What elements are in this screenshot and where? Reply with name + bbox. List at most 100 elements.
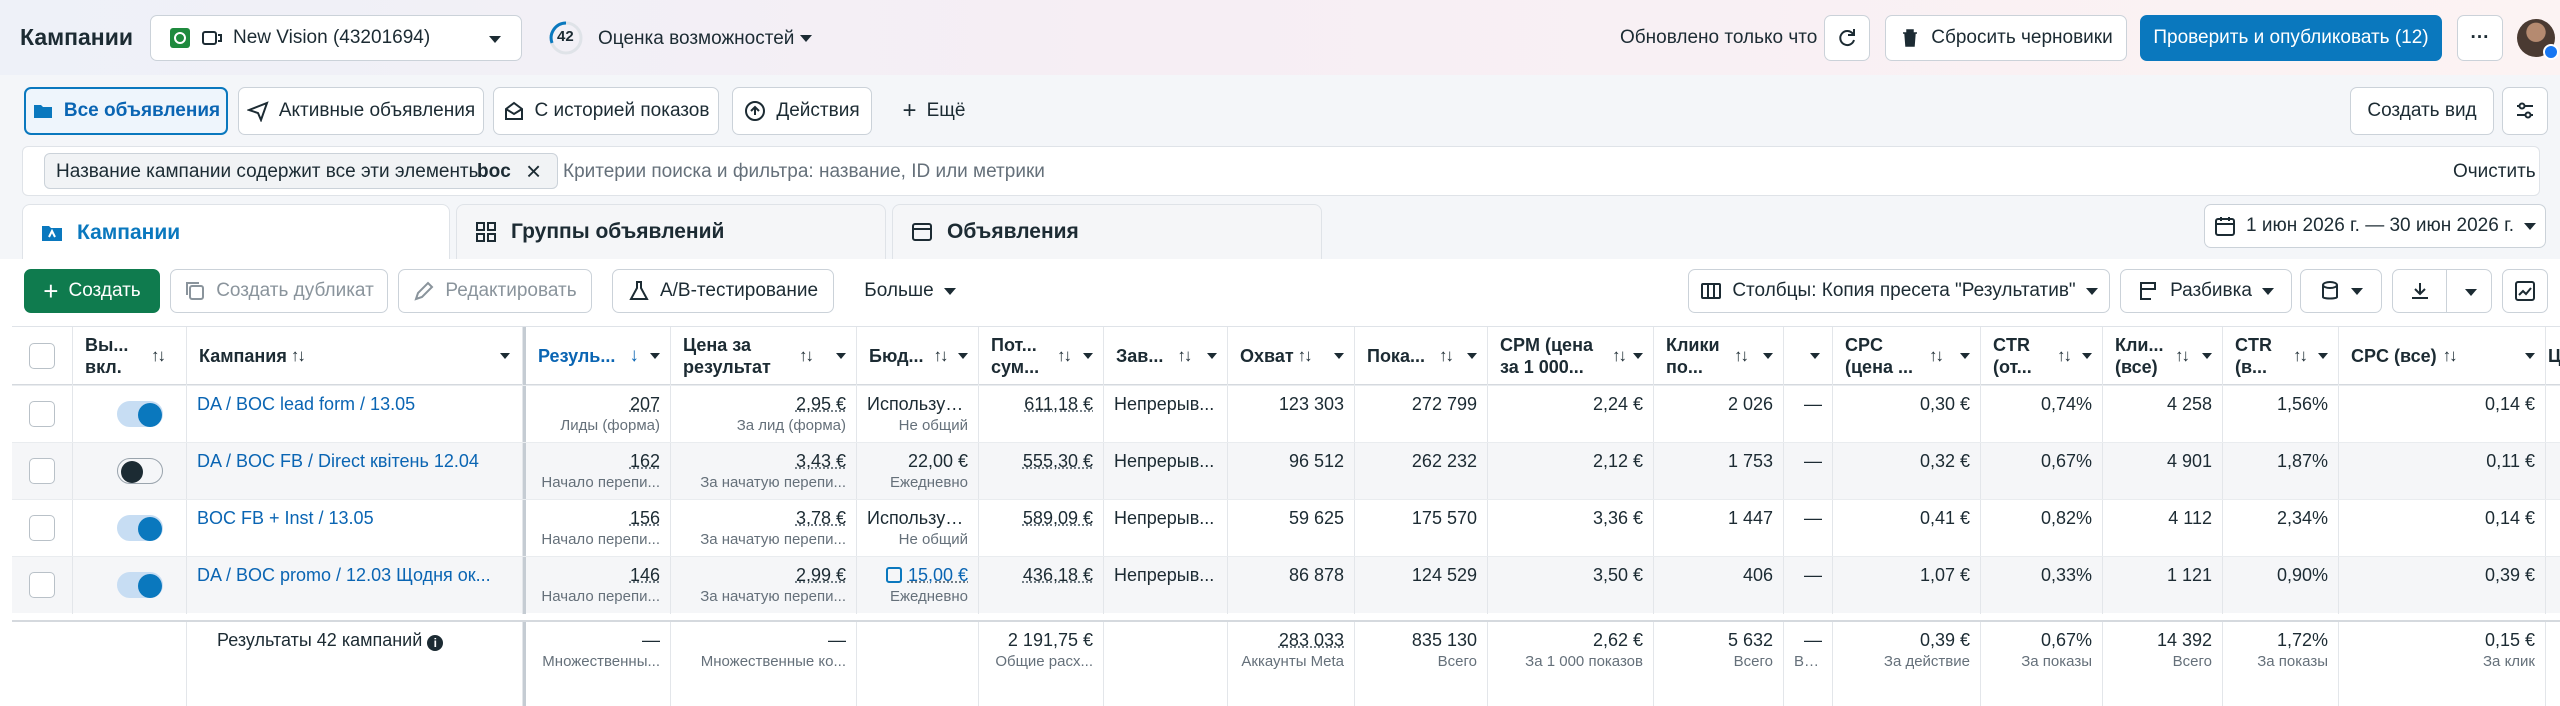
col-clicks-all[interactable]: Кли... (все) ↑↓ — [2103, 327, 2223, 385]
col-cost-per-result[interactable]: Цена за результат ↑↓ — [671, 327, 857, 385]
account-selector[interactable]: New Vision (43201694) — [150, 15, 522, 61]
close-icon[interactable]: × — [526, 156, 541, 187]
chart-toggle-button[interactable] — [2502, 269, 2548, 313]
ctr_all-value: 0,90% — [2276, 565, 2328, 585]
cpc_all-value: 0,14 € — [2484, 394, 2535, 414]
col-campaign[interactable]: Кампания ↑↓ — [187, 327, 523, 385]
refresh-button[interactable] — [1824, 15, 1870, 61]
row-checkbox[interactable] — [29, 401, 55, 427]
totals-cpm: 2,62 € — [1592, 630, 1643, 650]
search-input[interactable]: Критерии поиска и фильтра: название, ID … — [563, 161, 1045, 183]
table-row[interactable]: DA / BOC promo / 12.03 Щодня ок... 146 Нач… — [12, 556, 2560, 614]
chevron-down-icon — [1633, 353, 1643, 359]
totals-cpr-subtext: Множественные ко... — [700, 653, 846, 670]
col-impressions[interactable]: Пока... ↑↓ — [1355, 327, 1488, 385]
opportunity-score[interactable]: 42 Оценка возможностей — [548, 20, 828, 56]
cpm-value: 2,24 € — [1592, 394, 1643, 414]
create-view-label: Создать вид — [2367, 100, 2477, 121]
tab-ads-label: Объявления — [947, 220, 1079, 243]
row-checkbox[interactable] — [29, 515, 55, 541]
col-results[interactable]: Резуль... ↓ — [523, 327, 671, 385]
campaign-toggle[interactable] — [117, 572, 163, 598]
col-toggle[interactable]: Вы... вкл. ↑↓ — [73, 327, 187, 385]
cpm-cell: 3,36 € — [1488, 500, 1654, 557]
more-actions-button[interactable]: Больше — [850, 269, 970, 313]
campaign-name-link[interactable]: DA / BOC lead form / 13.05 — [197, 393, 512, 415]
budget-subtext: Ежедневно — [889, 474, 968, 491]
col-link-clicks[interactable]: Клики по... ↑↓ — [1654, 327, 1784, 385]
view-active-ads[interactable]: Активные объявления — [238, 87, 484, 135]
table-row[interactable]: BOC FB + Inst / 13.05 156 Начало перепи...… — [12, 499, 2560, 557]
col-ends[interactable]: Зав... ↑↓ — [1104, 327, 1228, 385]
row-checkbox[interactable] — [29, 572, 55, 598]
campaign-toggle[interactable] — [117, 515, 163, 541]
table-row[interactable]: DA / BOC lead form / 13.05 207 Лиды (форма… — [12, 385, 2560, 443]
export-button[interactable] — [2392, 269, 2492, 313]
campaign-name-link[interactable]: DA / BOC promo / 12.03 Щодня ок... — [197, 564, 512, 586]
info-icon[interactable]: i — [427, 635, 444, 651]
campaign-name-link[interactable]: DA / BOC FB / Direct квітень 12.04 — [197, 450, 512, 472]
sort-icon: ↑↓ — [799, 346, 814, 365]
clicks_all-value: 4 901 — [2166, 451, 2212, 471]
account-name: New Vision (43201694) — [233, 27, 431, 48]
duplicate-button[interactable]: Создать дубликат — [170, 269, 388, 313]
create-view-button[interactable]: Создать вид — [2350, 87, 2494, 135]
view-settings-button[interactable] — [2502, 87, 2548, 135]
tab-adsets[interactable]: Группы объявлений — [456, 204, 886, 259]
discard-drafts-button[interactable]: Сбросить черновики — [1885, 15, 2127, 61]
view-actions[interactable]: Действия — [732, 87, 872, 135]
budget-subtext: Не общий — [898, 417, 968, 434]
results-value: 146 — [629, 565, 660, 585]
ab-test-button[interactable]: A/B-тестирование — [612, 269, 834, 313]
more-options-button[interactable]: ··· — [2457, 15, 2503, 61]
row-toggle-cell — [73, 557, 187, 614]
create-button[interactable]: + Создать — [24, 269, 160, 313]
row-checkbox[interactable] — [29, 458, 55, 484]
budget-value: 22,00 € — [907, 451, 968, 471]
table-row[interactable]: DA / BOC FB / Direct квітень 12.04 162 Нач… — [12, 442, 2560, 500]
totals-reach-subtext: Аккаунты Meta — [1241, 653, 1344, 670]
ad-account-icon — [201, 27, 223, 49]
columns-button[interactable]: Столбцы: Копия пресета "Результатив" — [1688, 269, 2110, 313]
totals-spent-cell: 2 191,75 € Общие расх... — [979, 622, 1104, 706]
flask-icon — [628, 280, 650, 302]
totals-cpc_all-cell: 0,15 € За клик — [2339, 622, 2546, 706]
col-cpc[interactable]: CPC (цена ... ↑↓ — [1833, 327, 1981, 385]
tab-ads[interactable]: Объявления — [892, 204, 1322, 259]
chevron-down-icon — [836, 353, 846, 359]
view-more-button[interactable]: + Ещё — [884, 87, 984, 135]
view-with-history[interactable]: С историей показов — [493, 87, 719, 135]
clear-filters-link[interactable]: Очистить — [2453, 161, 2536, 183]
col-reach[interactable]: Охват ↑↓ — [1228, 327, 1355, 385]
campaign-toggle[interactable] — [117, 458, 163, 484]
campaign-toggle[interactable] — [117, 401, 163, 427]
reports-button[interactable] — [2300, 269, 2382, 313]
discard-label: Сбросить черновики — [1931, 27, 2113, 48]
delivery-value: Непрерыв... — [1114, 394, 1215, 414]
review-publish-button[interactable]: Проверить и опубликовать (12) — [2140, 15, 2442, 61]
col-ctr[interactable]: CTR (от... ↑↓ — [1981, 327, 2103, 385]
edit-button[interactable]: Редактировать — [398, 269, 592, 313]
col-cpm[interactable]: CPM (цена за 1 000... ↑↓ — [1488, 327, 1654, 385]
col-budget[interactable]: Бюд... ↑↓ — [857, 327, 979, 385]
tab-campaigns[interactable]: Кампании — [22, 204, 450, 260]
cpc-cell: 0,41 € — [1833, 500, 1981, 557]
col-amount-spent[interactable]: Пот... сум... ↑↓ — [979, 327, 1104, 385]
col-ctr-all[interactable]: CTR (в... ↑↓ — [2223, 327, 2339, 385]
col-cpc-all[interactable]: CPC (все) ↑↓ — [2339, 327, 2546, 385]
select-all-cell — [12, 327, 73, 385]
col-hidden-metric[interactable] — [1784, 327, 1833, 385]
select-all-checkbox[interactable] — [29, 343, 55, 369]
plus-icon: + — [902, 97, 917, 124]
campaign-name-link[interactable]: BOC FB + Inst / 13.05 — [197, 507, 512, 529]
sort-icon: ↑↓ — [1929, 346, 1944, 365]
view-all-ads[interactable]: Все объявления — [24, 87, 228, 135]
budget-value[interactable]: 15,00 € — [867, 564, 968, 586]
date-range-picker[interactable]: 1 июн 2026 г. — 30 июн 2026 г. — [2204, 204, 2546, 248]
clicks_all-cell: 4 901 — [2103, 443, 2223, 500]
ctr_all-cell: 1,87% — [2223, 443, 2339, 500]
col-cut-off[interactable]: Ц — [2546, 327, 2560, 385]
cpc-value: 0,30 € — [1919, 394, 1970, 414]
cpc-value: 0,41 € — [1919, 508, 1970, 528]
breakdown-button[interactable]: Разбивка — [2120, 269, 2292, 313]
